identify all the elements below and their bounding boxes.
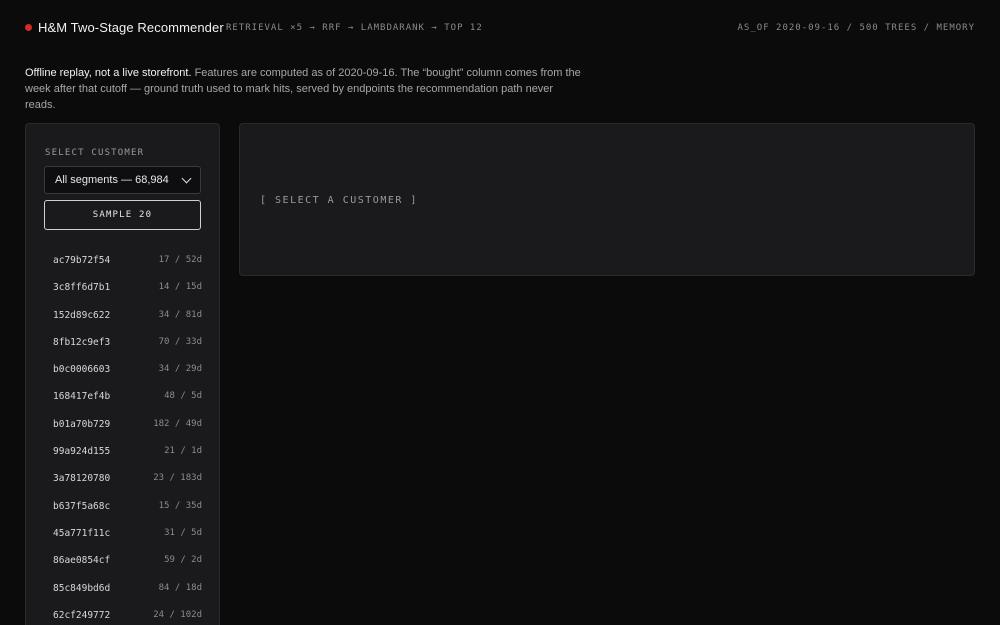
customer-stat: 182 / 49d (153, 418, 202, 429)
customer-stat: 70 / 33d (158, 336, 202, 347)
customer-row[interactable]: 152d89c622 34 / 81d (26, 303, 219, 330)
customer-id: b637f5a68c (53, 500, 111, 512)
app-title: H&M Two-Stage Recommender (38, 20, 224, 35)
customer-id: 45a771f11c (53, 527, 111, 539)
segment-select[interactable]: All segments — 68,984 (44, 166, 201, 194)
customer-id: b0c0006603 (53, 364, 111, 376)
pipeline-description: RETRIEVAL ×5 → RRF → LAMBDARANK → TOP 12 (226, 23, 483, 33)
customer-row[interactable]: b01a70b729 182 / 49d (26, 412, 219, 439)
customer-stat: 21 / 1d (164, 446, 202, 457)
customer-id: 3a78120780 (53, 473, 111, 485)
customer-row[interactable]: 99a924d155 21 / 1d (26, 439, 219, 466)
customer-stat: 24 / 102d (153, 609, 202, 620)
customer-stat: 15 / 35d (158, 500, 202, 511)
customer-id: 168417ef4b (53, 391, 111, 403)
customer-id: 99a924d155 (53, 446, 111, 458)
chevron-down-icon (181, 173, 192, 183)
sample-button[interactable]: SAMPLE 20 (44, 200, 201, 230)
customer-list: ac79b72f54 17 / 52d 3c8ff6d7b1 14 / 15d 152d… (26, 248, 219, 625)
customer-stat: 48 / 5d (164, 391, 202, 402)
customer-stat: 31 / 5d (164, 527, 202, 538)
customer-stat: 34 / 29d (158, 364, 202, 375)
customer-row[interactable]: 45a771f11c 31 / 5d (26, 521, 219, 548)
customer-row[interactable]: 85c849bd6d 84 / 18d (26, 576, 219, 603)
customer-stat: 59 / 2d (164, 555, 202, 566)
empty-state-message: [ SELECT A CUSTOMER ] (260, 195, 418, 206)
customer-id: 8fb12c9ef3 (53, 336, 111, 348)
segment-select-value: All segments — 68,984 (55, 174, 169, 186)
customer-stat: 17 / 52d (158, 255, 202, 265)
customer-row[interactable]: 3c8ff6d7b1 14 / 15d (26, 275, 219, 302)
customer-row[interactable]: b0c0006603 34 / 29d (26, 357, 219, 384)
customer-id: 62cf249772 (53, 609, 111, 621)
customer-id: ac79b72f54 (53, 255, 111, 266)
customer-sidebar: SELECT CUSTOMER All segments — 68,984 SA… (25, 123, 220, 625)
app-header: H&M Two-Stage Recommender RETRIEVAL ×5 →… (0, 0, 1000, 56)
model-meta: AS_OF 2020-09-16 / 500 TREES / MEMORY (737, 23, 975, 33)
customer-row[interactable]: 3a78120780 23 / 183d (26, 466, 219, 493)
intro-text: Offline replay, not a live storefront. F… (25, 65, 585, 113)
customer-stat: 23 / 183d (153, 473, 202, 484)
customer-stat: 84 / 18d (158, 582, 202, 593)
intro-lead: Offline replay, not a live storefront. (25, 67, 192, 79)
customer-stat: 14 / 15d (158, 282, 202, 293)
customer-row[interactable]: 86ae0854cf 59 / 2d (26, 548, 219, 575)
status-dot-icon (25, 24, 32, 31)
customer-stat: 34 / 81d (158, 309, 202, 320)
customer-row[interactable]: 8fb12c9ef3 70 / 33d (26, 330, 219, 357)
customer-row[interactable]: 168417ef4b 48 / 5d (26, 384, 219, 411)
customer-row[interactable]: ac79b72f54 17 / 52d (26, 248, 219, 275)
recommendation-panel: [ SELECT A CUSTOMER ] (239, 123, 975, 276)
select-customer-label: SELECT CUSTOMER (45, 148, 145, 158)
customer-id: 86ae0854cf (53, 555, 111, 567)
customer-row[interactable]: b637f5a68c 15 / 35d (26, 494, 219, 521)
customer-id: 3c8ff6d7b1 (53, 282, 111, 294)
customer-row[interactable]: 62cf249772 24 / 102d (26, 603, 219, 625)
customer-id: 85c849bd6d (53, 582, 111, 594)
customer-id: b01a70b729 (53, 418, 111, 430)
customer-id: 152d89c622 (53, 309, 111, 321)
